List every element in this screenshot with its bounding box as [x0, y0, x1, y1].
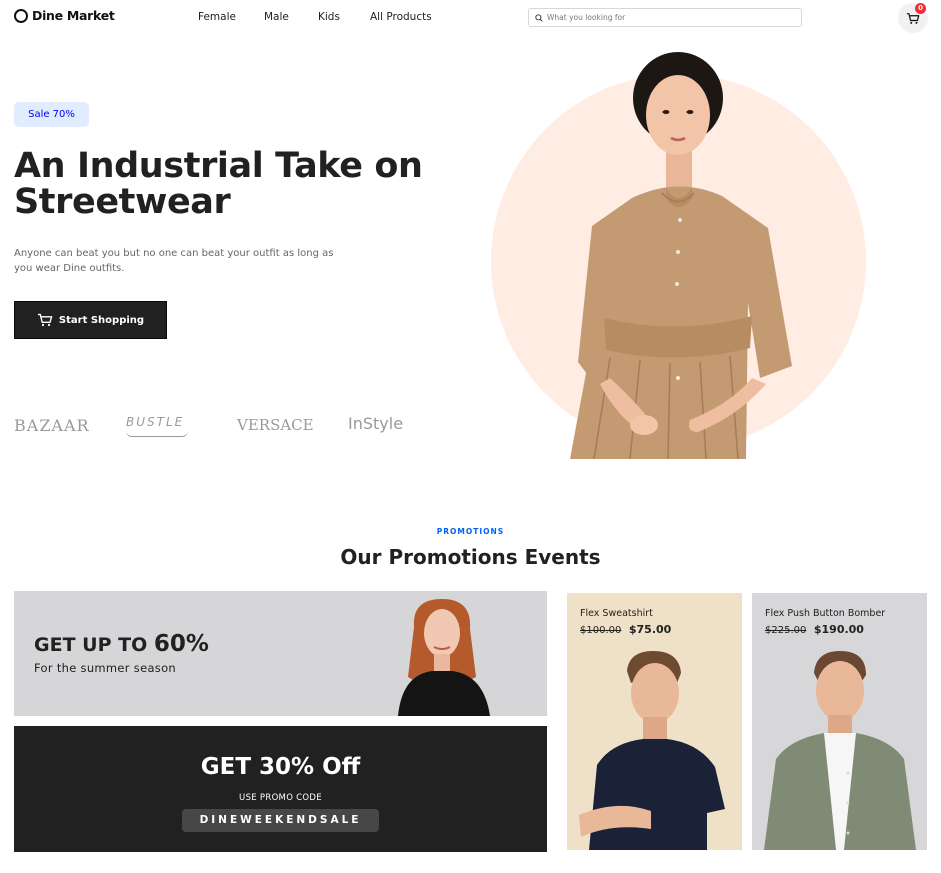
summer-sale-percent: 60% — [153, 631, 209, 657]
brand-logo-bustle: BUSTLE — [126, 415, 185, 429]
logo-ring-icon — [14, 8, 28, 23]
product-image-bomber — [764, 651, 916, 850]
product-card-flex-push-button-bomber[interactable]: Flex Push Button Bomber $225.00 $190.00 — [752, 593, 927, 850]
promo-code-card[interactable]: GET 30% Off USE PROMO CODE DINEWEEKENDSA… — [14, 726, 547, 852]
summer-sale-prefix: GET UP TO — [34, 634, 148, 656]
nav-item-male[interactable]: Male — [264, 11, 289, 23]
product-price: $100.00 $75.00 — [580, 623, 671, 636]
product-name: Flex Push Button Bomber — [765, 608, 886, 619]
search-icon — [535, 13, 543, 22]
product-old-price: $225.00 — [765, 625, 807, 636]
product-old-price: $100.00 — [580, 625, 622, 636]
brand-logos: BAZAAR BUSTLE VERSACE InStyle — [14, 411, 434, 441]
brand-name: Dine Market — [32, 8, 115, 23]
nav-item-all-products[interactable]: All Products — [370, 11, 432, 23]
summer-sale-heading: GET UP TO 60% — [34, 631, 209, 657]
promotions-tag: PROMOTIONS — [436, 527, 505, 536]
hero-title: An Industrial Take on Streetwear — [14, 146, 423, 222]
product-price: $225.00 $190.00 — [765, 623, 864, 636]
bustle-swoosh — [126, 431, 188, 437]
start-shopping-button[interactable]: Start Shopping — [14, 301, 167, 339]
search-bar — [528, 8, 802, 27]
nav-item-kids[interactable]: Kids — [318, 11, 340, 23]
product-card-flex-sweatshirt[interactable]: Flex Sweatshirt $100.00 $75.00 — [567, 593, 742, 850]
product-sale-price: $75.00 — [628, 623, 672, 636]
site-header: Dine Market Female Male Kids All Product… — [0, 0, 941, 36]
promo-code-title: GET 30% Off — [200, 754, 361, 780]
brand-logo-versace: VERSACE — [237, 416, 314, 434]
cart-button[interactable]: 0 — [898, 3, 928, 33]
sale-badge: Sale 70% — [14, 102, 89, 127]
summer-sale-subtitle: For the summer season — [34, 661, 177, 675]
summer-model-image — [398, 599, 490, 716]
promo-code-label: USE PROMO CODE — [239, 793, 322, 803]
hero-description: Anyone can beat you but no one can beat … — [14, 248, 334, 274]
product-name: Flex Sweatshirt — [580, 608, 653, 619]
cart-icon — [37, 313, 53, 327]
nav-item-female[interactable]: Female — [198, 11, 236, 23]
hero-model-image — [570, 52, 792, 459]
cart-count-badge: 0 — [915, 3, 926, 14]
summer-sale-card[interactable]: GET UP TO 60% For the summer season — [14, 591, 547, 716]
promo-code-value[interactable]: DINEWEEKENDSALE — [182, 809, 379, 832]
product-sale-price: $190.00 — [813, 623, 864, 636]
brand-logo-bazaar: BAZAAR — [14, 416, 90, 435]
promotions-title: Our Promotions Events — [340, 545, 601, 569]
brand-logo[interactable]: Dine Market — [14, 8, 115, 23]
start-shopping-label: Start Shopping — [58, 314, 145, 326]
product-image-sweatshirt — [579, 651, 725, 850]
search-input[interactable] — [547, 13, 787, 22]
brand-logo-instyle: InStyle — [348, 414, 404, 433]
